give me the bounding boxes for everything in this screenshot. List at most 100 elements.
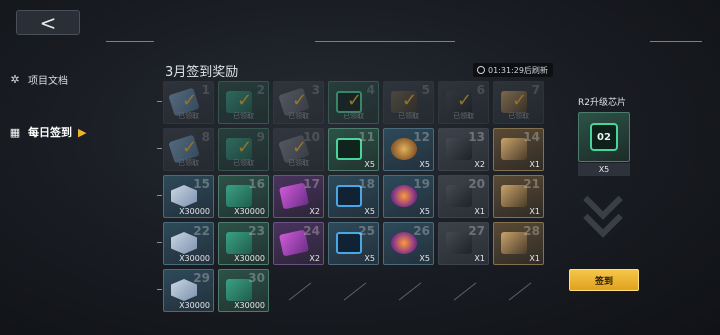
reward-cell-day-14[interactable]: 14 X1 [493, 128, 544, 171]
sign-in-button[interactable]: 签到 [569, 269, 639, 291]
timer-text: 01:31:29后刷新 [488, 65, 548, 75]
preview-title: R2升级芯片 [578, 98, 626, 108]
reward-cell-day-20[interactable]: 20 X1 [438, 175, 489, 218]
reward-cell-day-6[interactable]: 6 ✓ 已领取 [438, 81, 489, 124]
reward-quantity: X5 [364, 207, 375, 216]
back-button[interactable]: < [16, 10, 80, 35]
sidebar-item-daily-signin[interactable]: ▦ 每日签到 ▶ [8, 124, 87, 140]
day-number: 20 [468, 177, 485, 191]
reward-quantity: X30000 [234, 207, 265, 216]
day-number: 14 [523, 130, 540, 144]
checkmark-icon: ✓ [347, 90, 363, 111]
claimed-label: 已领取 [178, 112, 199, 120]
clock-icon [477, 66, 485, 74]
reward-cell-day-18[interactable]: 18 X5 [328, 175, 379, 218]
reward-quantity: X30000 [234, 254, 265, 263]
selected-arrow-icon: ▶ [78, 125, 87, 139]
day-number: 12 [413, 130, 430, 144]
gear-icon: ✲ [10, 73, 20, 86]
checkmark-icon: ✓ [182, 137, 198, 158]
reward-quantity: X5 [364, 254, 375, 263]
reward-quantity: X1 [474, 207, 485, 216]
checkmark-icon: ✓ [237, 137, 253, 158]
reward-cell-day-9[interactable]: 9 ✓ 已领取 [218, 128, 269, 171]
reward-cell-day-21[interactable]: 21 X1 [493, 175, 544, 218]
day-number: 19 [413, 177, 430, 191]
chip-icon: 02 [590, 123, 618, 151]
claimed-label: 已领取 [398, 112, 419, 120]
claimed-label: 已领取 [508, 112, 529, 120]
day-number: 21 [523, 177, 540, 191]
calendar-icon: ▦ [9, 125, 21, 139]
reward-cell-day-19[interactable]: 19 X5 [383, 175, 434, 218]
decor-line [650, 41, 702, 42]
sidebar-item-label: 每日签到 [28, 126, 72, 139]
checkmark-icon: ✓ [292, 137, 308, 158]
day-number: 16 [248, 177, 265, 191]
reward-cell-day-4[interactable]: 4 ✓ 已领取 [328, 81, 379, 124]
reward-quantity: X5 [419, 207, 430, 216]
reward-cell-day-30[interactable]: 30 X30000 [218, 269, 269, 312]
reward-quantity: X30000 [179, 207, 210, 216]
empty-slot [328, 269, 379, 312]
reward-cell-day-16[interactable]: 16 X30000 [218, 175, 269, 218]
page-title: 3月签到奖励 [165, 65, 239, 80]
day-number: 17 [303, 177, 320, 191]
reward-cell-day-28[interactable]: 28 X1 [493, 222, 544, 265]
checkmark-icon: ✓ [512, 90, 528, 111]
reward-cell-day-24[interactable]: 24 X2 [273, 222, 324, 265]
reward-cell-day-8[interactable]: 8 ✓ 已领取 [163, 128, 214, 171]
reward-cell-day-26[interactable]: 26 X5 [383, 222, 434, 265]
day-number: 30 [248, 271, 265, 285]
reward-cell-day-17[interactable]: 17 X2 [273, 175, 324, 218]
empty-slot [493, 269, 544, 312]
claimed-label: 已领取 [233, 112, 254, 120]
preview-item-card[interactable]: 02 [578, 112, 630, 162]
reward-cell-day-12[interactable]: 12 X5 [383, 128, 434, 171]
reward-quantity: X1 [529, 160, 540, 169]
reward-cell-day-29[interactable]: 29 X30000 [163, 269, 214, 312]
reward-quantity: X2 [309, 207, 320, 216]
day-number: 4 [366, 83, 375, 97]
reward-cell-day-13[interactable]: 13 X2 [438, 128, 489, 171]
checkmark-icon: ✓ [402, 90, 418, 111]
sidebar-item-label: 项目文档 [28, 76, 68, 87]
reward-cell-day-2[interactable]: 2 ✓ 已领取 [218, 81, 269, 124]
reward-cell-day-7[interactable]: 7 ✓ 已领取 [493, 81, 544, 124]
reward-cell-day-23[interactable]: 23 X30000 [218, 222, 269, 265]
reward-quantity: X5 [419, 160, 430, 169]
day-number: 25 [358, 224, 375, 238]
refresh-timer: 01:31:29后刷新 [473, 63, 553, 77]
reward-cell-day-3[interactable]: 3 ✓ 已领取 [273, 81, 324, 124]
day-number: 2 [256, 83, 265, 97]
day-number: 9 [256, 130, 265, 144]
day-number: 5 [421, 83, 430, 97]
empty-slot [273, 269, 324, 312]
day-number: 24 [303, 224, 320, 238]
sidebar-item-project-docs[interactable]: ✲ 项目文档 [8, 72, 68, 87]
row-marker [157, 289, 162, 290]
reward-cell-day-11[interactable]: 11 X5 [328, 128, 379, 171]
reward-cell-day-5[interactable]: 5 ✓ 已领取 [383, 81, 434, 124]
reward-cell-day-10[interactable]: 10 ✓ 已领取 [273, 128, 324, 171]
day-number: 11 [358, 130, 375, 144]
reward-cell-day-27[interactable]: 27 X1 [438, 222, 489, 265]
checkmark-icon: ✓ [182, 90, 198, 111]
decor-line [315, 41, 455, 42]
day-number: 13 [468, 130, 485, 144]
day-number: 29 [193, 271, 210, 285]
day-number: 3 [311, 83, 320, 97]
row-marker [157, 148, 162, 149]
day-number: 6 [476, 83, 485, 97]
chevron-down-icon [578, 180, 628, 250]
reward-cell-day-1[interactable]: 1 ✓ 已领取 [163, 81, 214, 124]
reward-cell-day-25[interactable]: 25 X5 [328, 222, 379, 265]
reward-quantity: X2 [474, 160, 485, 169]
day-number: 26 [413, 224, 430, 238]
reward-quantity: X5 [364, 160, 375, 169]
reward-quantity: X5 [419, 254, 430, 263]
day-number: 23 [248, 224, 265, 238]
day-number: 22 [193, 224, 210, 238]
reward-cell-day-22[interactable]: 22 X30000 [163, 222, 214, 265]
reward-cell-day-15[interactable]: 15 X30000 [163, 175, 214, 218]
